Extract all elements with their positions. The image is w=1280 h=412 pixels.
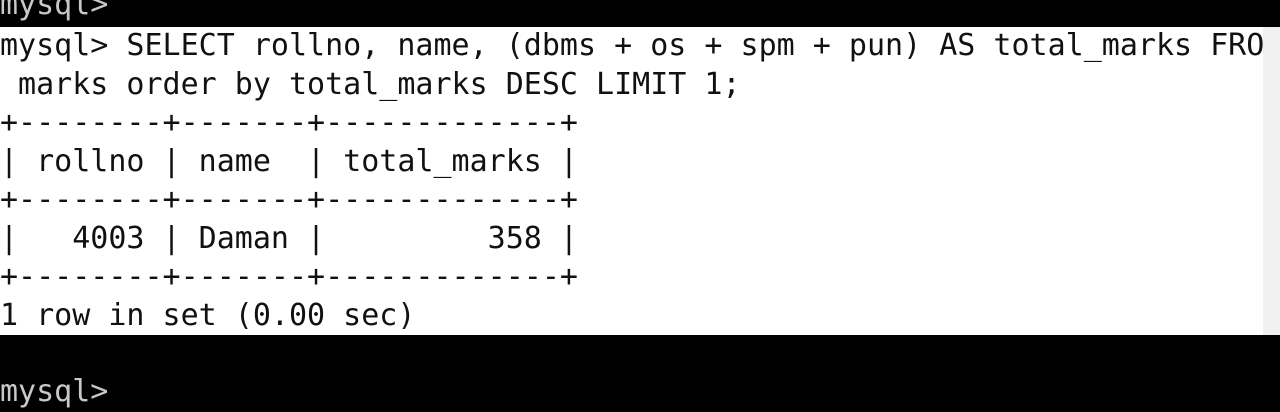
current-mysql-prompt[interactable]: mysql> xyxy=(0,373,1263,412)
query-result-status: 1 row in set (0.00 sec) xyxy=(0,296,1263,335)
previous-mysql-prompt: mysql> xyxy=(0,0,1263,25)
table-bottom-border: +--------+-------+-------------+ xyxy=(0,258,1263,297)
table-header-border: +--------+-------+-------------+ xyxy=(0,181,1263,220)
blank-terminal-area xyxy=(0,335,1280,369)
mysql-terminal-window[interactable]: mysql> mysql> SELECT rollno, name, (dbms… xyxy=(0,0,1280,412)
sql-query-line-1: mysql> SELECT rollno, name, (dbms + os +… xyxy=(0,27,1263,66)
scrollbar-track[interactable] xyxy=(1263,27,1280,335)
table-data-row: | 4003 | Daman | 358 | xyxy=(0,219,1263,258)
table-top-border: +--------+-------+-------------+ xyxy=(0,104,1263,143)
table-header-row: | rollno | name | total_marks | xyxy=(0,142,1263,181)
sql-query-line-2: marks order by total_marks DESC LIMIT 1; xyxy=(0,65,1263,104)
